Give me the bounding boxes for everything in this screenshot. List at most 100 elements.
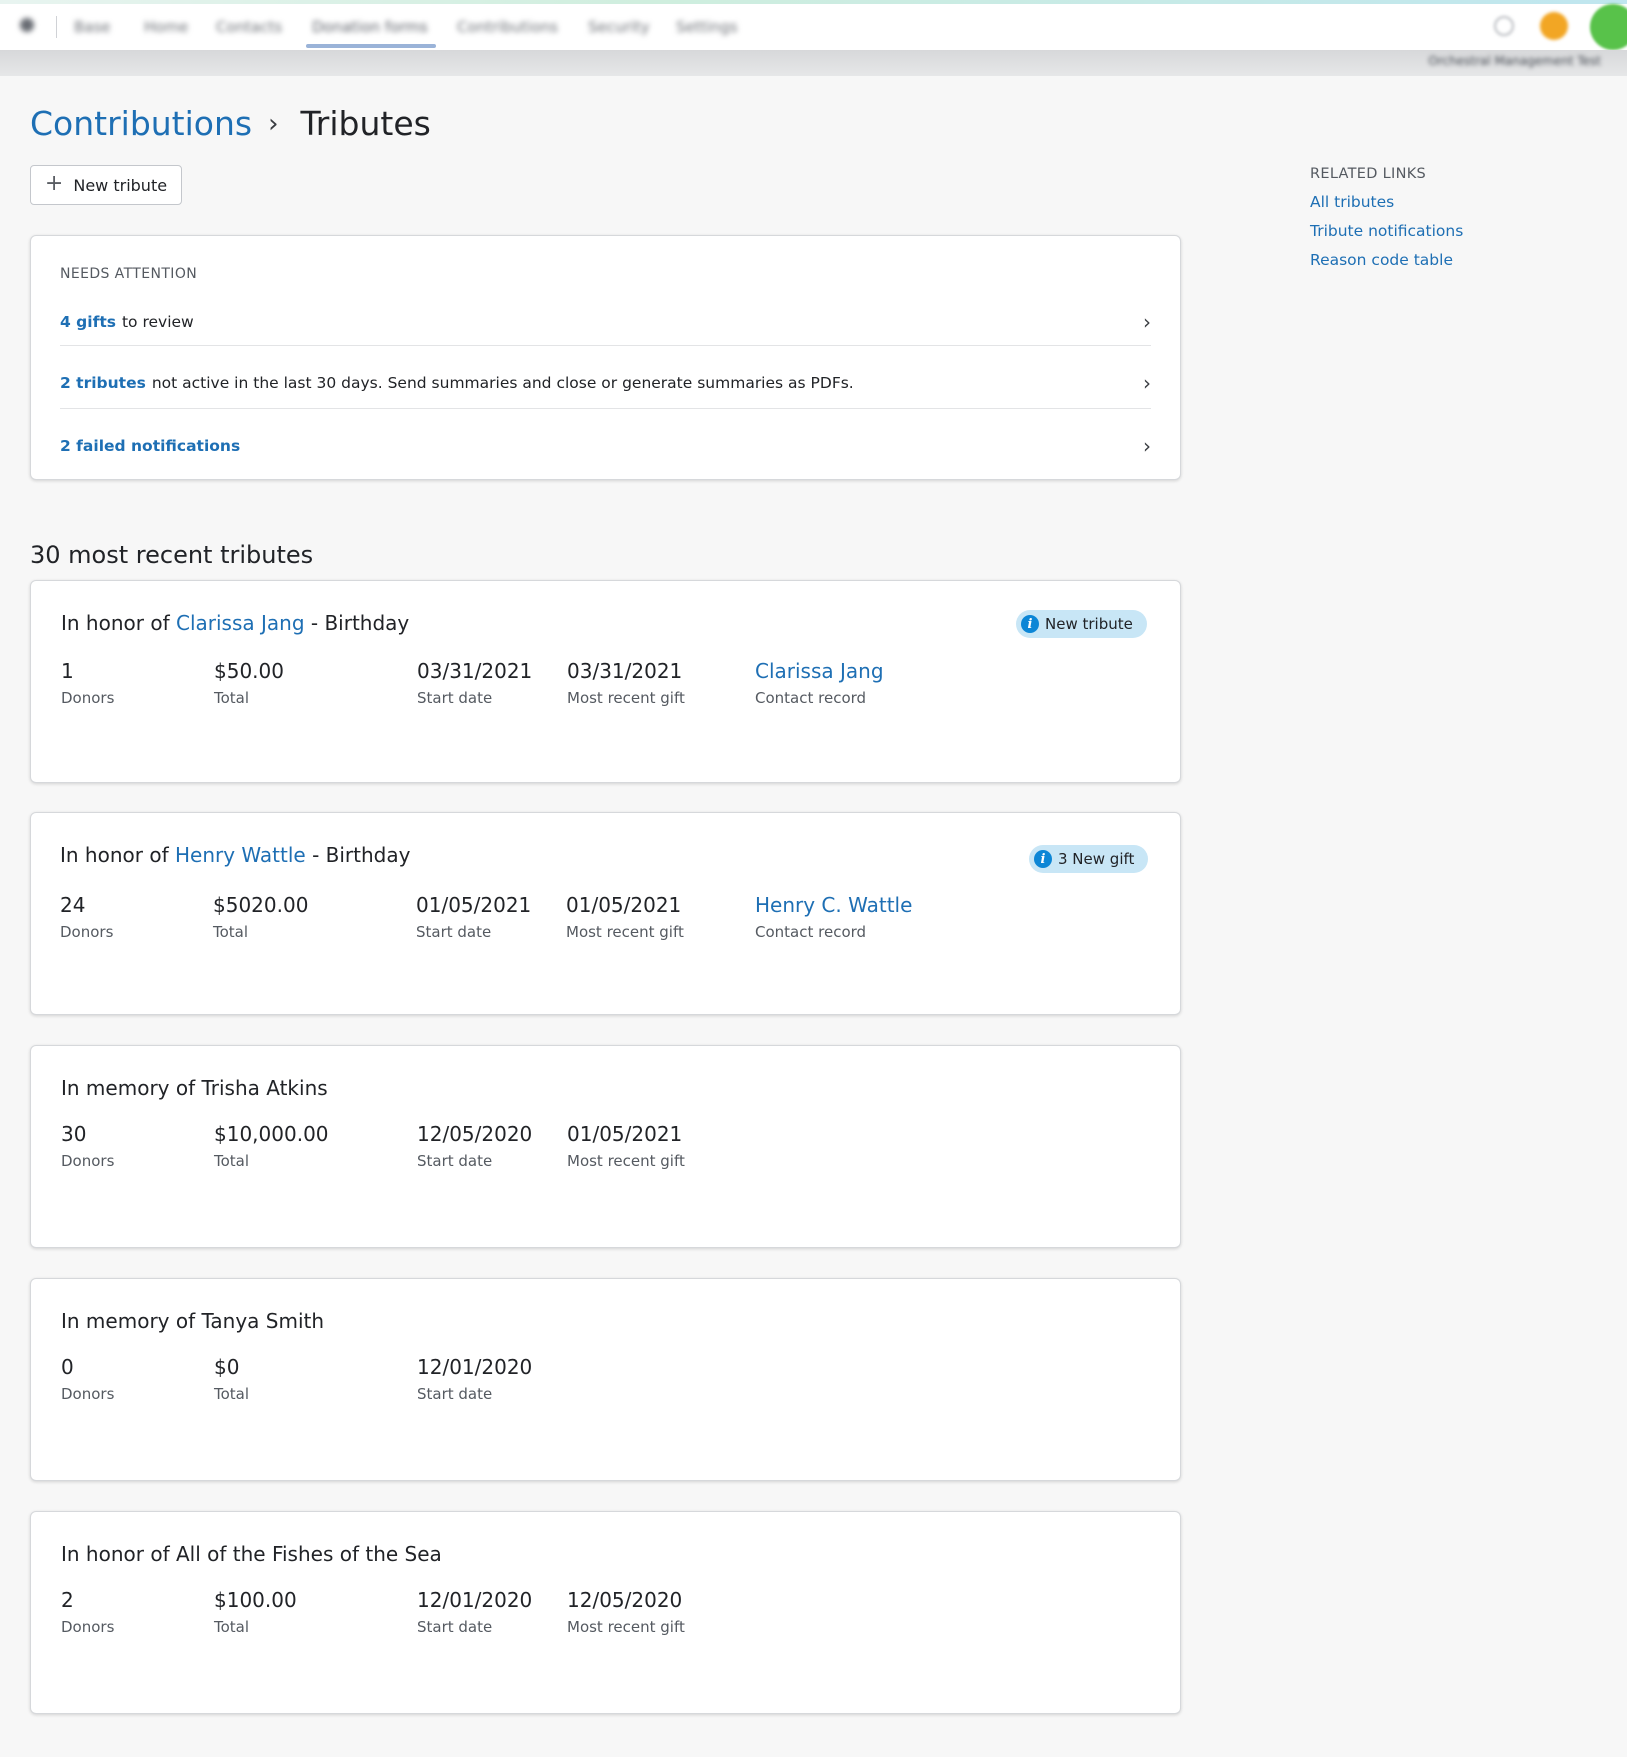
start-date-stat: 12/05/2020 Start date (417, 1122, 532, 1170)
failed-notifications-link[interactable]: 2 failed notifications (60, 437, 240, 455)
attention-item-notifications[interactable]: 2 failed notifications › (60, 415, 1151, 477)
total-label: Total (214, 1385, 250, 1403)
recent-gift-value: 03/31/2021 (567, 659, 683, 683)
nav-tab-security[interactable]: Security (588, 18, 650, 36)
tributee-link[interactable]: Clarissa Jang (176, 611, 305, 635)
recent-gift-label: Most recent gift (566, 923, 684, 941)
start-date-value: 12/01/2020 (417, 1588, 533, 1612)
all-tributes-link[interactable]: All tributes (1310, 193, 1463, 211)
recent-gift-label: Most recent gift (567, 1152, 685, 1170)
avatar[interactable] (1590, 4, 1627, 50)
donors-stat: 0 Donors (61, 1355, 114, 1403)
donors-value: 1 (61, 659, 74, 683)
attention-item-tributes[interactable]: 2 tributes not active in the last 30 day… (60, 352, 1151, 414)
total-value: $5020.00 (213, 893, 309, 917)
app-menu-icon[interactable] (20, 18, 34, 32)
tributee-link[interactable]: Henry Wattle (175, 843, 306, 867)
new-tribute-button[interactable]: + New tribute (30, 165, 182, 205)
donors-stat: 30 Donors (61, 1122, 114, 1170)
nav-tab-base[interactable]: Base (74, 18, 111, 36)
tribute-card[interactable]: In memory of Trisha Atkins 30 Donors $10… (30, 1045, 1181, 1248)
reason-code-table-link[interactable]: Reason code table (1310, 251, 1463, 269)
tribute-card[interactable]: In honor of Clarissa Jang - Birthday i N… (30, 580, 1181, 783)
gifts-review-link[interactable]: 4 gifts (60, 313, 116, 331)
status-badge: i New tribute (1016, 610, 1147, 638)
new-tribute-button-label: New tribute (73, 175, 168, 195)
page-title: Tributes (300, 104, 431, 143)
recent-gift-value: 12/05/2020 (567, 1588, 683, 1612)
chevron-right-icon[interactable]: › (1143, 371, 1151, 395)
donors-label: Donors (61, 1385, 115, 1403)
tribute-title: In honor of Clarissa Jang - Birthday (61, 611, 409, 635)
nav-tab-contacts[interactable]: Contacts (216, 18, 282, 36)
nav-tab-settings[interactable]: Settings (676, 18, 738, 36)
total-stat: $5020.00 Total (213, 893, 308, 941)
tribute-title: In memory of Trisha Atkins (61, 1076, 328, 1100)
tribute-occasion: - Birthday (312, 843, 411, 867)
badge-label: New tribute (1045, 615, 1133, 633)
contact-record-label: Contact record (755, 689, 867, 707)
recent-gift-label: Most recent gift (567, 689, 685, 707)
total-stat: $10,000.00 Total (214, 1122, 329, 1170)
start-date-label: Start date (417, 1618, 493, 1636)
divider (60, 345, 1151, 346)
info-icon: i (1021, 615, 1039, 633)
nav-tab-donation-forms[interactable]: Donation forms (312, 18, 428, 36)
total-label: Total (214, 1152, 250, 1170)
contact-record-link[interactable]: Henry C. Wattle (755, 893, 912, 917)
start-date-label: Start date (416, 923, 492, 941)
total-label: Total (214, 689, 250, 707)
nav-tab-contributions[interactable]: Contributions (457, 18, 558, 36)
tribute-title: In honor of All of the Fishes of the Sea (61, 1542, 442, 1566)
donors-value: 24 (60, 893, 86, 917)
info-icon: i (1034, 850, 1052, 868)
tribute-prefix: In honor of (61, 611, 170, 635)
recent-tributes-heading: 30 most recent tributes (30, 541, 314, 569)
tribute-notifications-link[interactable]: Tribute notifications (1310, 222, 1463, 240)
donors-value: 0 (61, 1355, 74, 1379)
tribute-title: In memory of Tanya Smith (61, 1309, 325, 1333)
total-value: $50.00 (214, 659, 284, 683)
breadcrumb-contributions-link[interactable]: Contributions (30, 104, 252, 143)
start-date-stat: 12/01/2020 Start date (417, 1355, 532, 1403)
donors-stat: 1 Donors (61, 659, 114, 707)
breadcrumb: Contributions › Tributes (30, 104, 431, 143)
attention-item-text: to review (121, 313, 194, 331)
notification-icon[interactable] (1540, 12, 1568, 40)
nav-tab-home[interactable]: Home (144, 18, 188, 36)
search-icon[interactable] (1494, 16, 1514, 36)
tribute-card[interactable]: In honor of Henry Wattle - Birthday i 3 … (30, 812, 1181, 1015)
donors-label: Donors (61, 1618, 115, 1636)
start-date-value: 03/31/2021 (417, 659, 533, 683)
attention-item-gifts[interactable]: 4 gifts to review › (60, 291, 1151, 353)
contact-stat: Henry C. Wattle Contact record (755, 893, 912, 941)
donors-value: 2 (61, 1588, 74, 1612)
tribute-prefix: In honor of (60, 843, 169, 867)
total-stat: $0 Total (214, 1355, 249, 1403)
active-tab-indicator (306, 44, 436, 48)
total-stat: $50.00 Total (214, 659, 284, 707)
start-date-label: Start date (417, 1385, 493, 1403)
status-badge: i 3 New gift (1029, 845, 1149, 873)
chevron-right-icon[interactable]: › (1143, 310, 1151, 334)
tribute-card[interactable]: In honor of All of the Fishes of the Sea… (30, 1511, 1181, 1714)
chevron-right-icon[interactable]: › (1143, 434, 1151, 458)
attention-item-text: not active in the last 30 days. Send sum… (151, 374, 854, 392)
start-date-stat: 12/01/2020 Start date (417, 1588, 532, 1636)
needs-attention-heading: NEEDS ATTENTION (60, 266, 198, 282)
donors-stat: 2 Donors (61, 1588, 114, 1636)
start-date-stat: 03/31/2021 Start date (417, 659, 532, 707)
tribute-occasion: - Birthday (310, 611, 410, 635)
tribute-card[interactable]: In memory of Tanya Smith 0 Donors $0 Tot… (30, 1278, 1181, 1481)
contact-record-link[interactable]: Clarissa Jang (755, 659, 884, 683)
related-links: RELATED LINKS All tributes Tribute notif… (1310, 166, 1463, 280)
recent-gift-value: 01/05/2021 (567, 1122, 683, 1146)
divider (60, 408, 1151, 409)
start-date-value: 01/05/2021 (416, 893, 532, 917)
recent-gift-value: 01/05/2021 (566, 893, 682, 917)
donors-label: Donors (61, 1152, 115, 1170)
inactive-tributes-link[interactable]: 2 tributes (60, 374, 146, 392)
contact-record-label: Contact record (755, 923, 867, 941)
chevron-right-icon: › (268, 108, 279, 139)
org-name: Orchestral Management Test (1428, 54, 1601, 68)
